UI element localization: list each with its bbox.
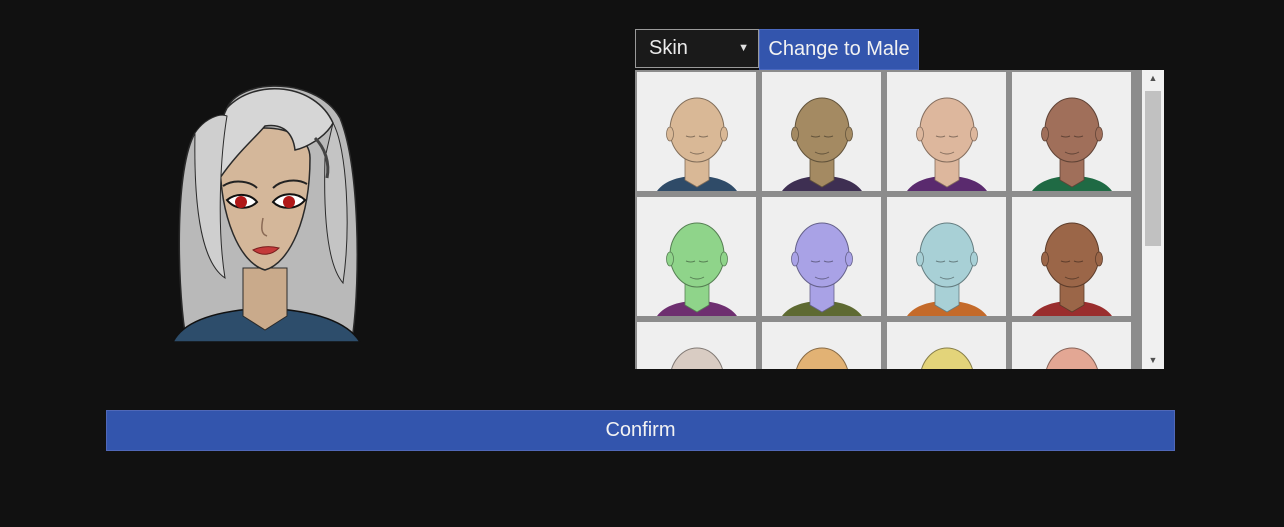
scroll-thumb[interactable] xyxy=(1145,91,1161,246)
head-silhouette-icon xyxy=(1046,347,1098,369)
skin-option[interactable] xyxy=(887,72,1006,191)
head-silhouette-icon xyxy=(796,347,848,369)
skin-option[interactable] xyxy=(887,322,1006,369)
scroll-up-arrow-icon[interactable]: ▲ xyxy=(1142,70,1164,87)
caret-down-icon: ▼ xyxy=(738,42,749,54)
skin-option[interactable] xyxy=(762,72,881,191)
head-silhouette-icon xyxy=(782,97,862,191)
scrollbar[interactable]: ▲ ▼ xyxy=(1142,70,1164,369)
head-silhouette-icon xyxy=(1032,97,1112,191)
skin-option[interactable] xyxy=(762,322,881,369)
skin-option[interactable] xyxy=(887,197,1006,316)
skin-options-panel[interactable]: ▲ ▼ xyxy=(635,70,1164,369)
skin-option[interactable] xyxy=(1012,72,1131,191)
head-silhouette-icon xyxy=(907,222,987,316)
head-silhouette-icon xyxy=(671,347,723,369)
category-select-value: Skin xyxy=(649,37,688,59)
category-select[interactable]: Skin ▼ xyxy=(635,29,759,68)
head-silhouette-icon xyxy=(907,97,987,191)
scroll-down-arrow-icon[interactable]: ▼ xyxy=(1142,352,1164,369)
head-silhouette-icon xyxy=(657,222,737,316)
head-silhouette-icon xyxy=(1032,222,1112,316)
confirm-button[interactable]: Confirm xyxy=(106,410,1175,451)
skin-option[interactable] xyxy=(637,72,756,191)
head-silhouette-icon xyxy=(782,222,862,316)
change-gender-button[interactable]: Change to Male xyxy=(759,29,919,70)
skin-option[interactable] xyxy=(1012,322,1131,369)
head-silhouette-icon xyxy=(921,347,973,369)
skin-option[interactable] xyxy=(1012,197,1131,316)
skin-option[interactable] xyxy=(762,197,881,316)
skin-option[interactable] xyxy=(637,197,756,316)
skin-option[interactable] xyxy=(637,322,756,369)
head-silhouette-icon xyxy=(657,97,737,191)
skin-options-grid xyxy=(635,70,1142,369)
character-portrait xyxy=(165,78,365,343)
